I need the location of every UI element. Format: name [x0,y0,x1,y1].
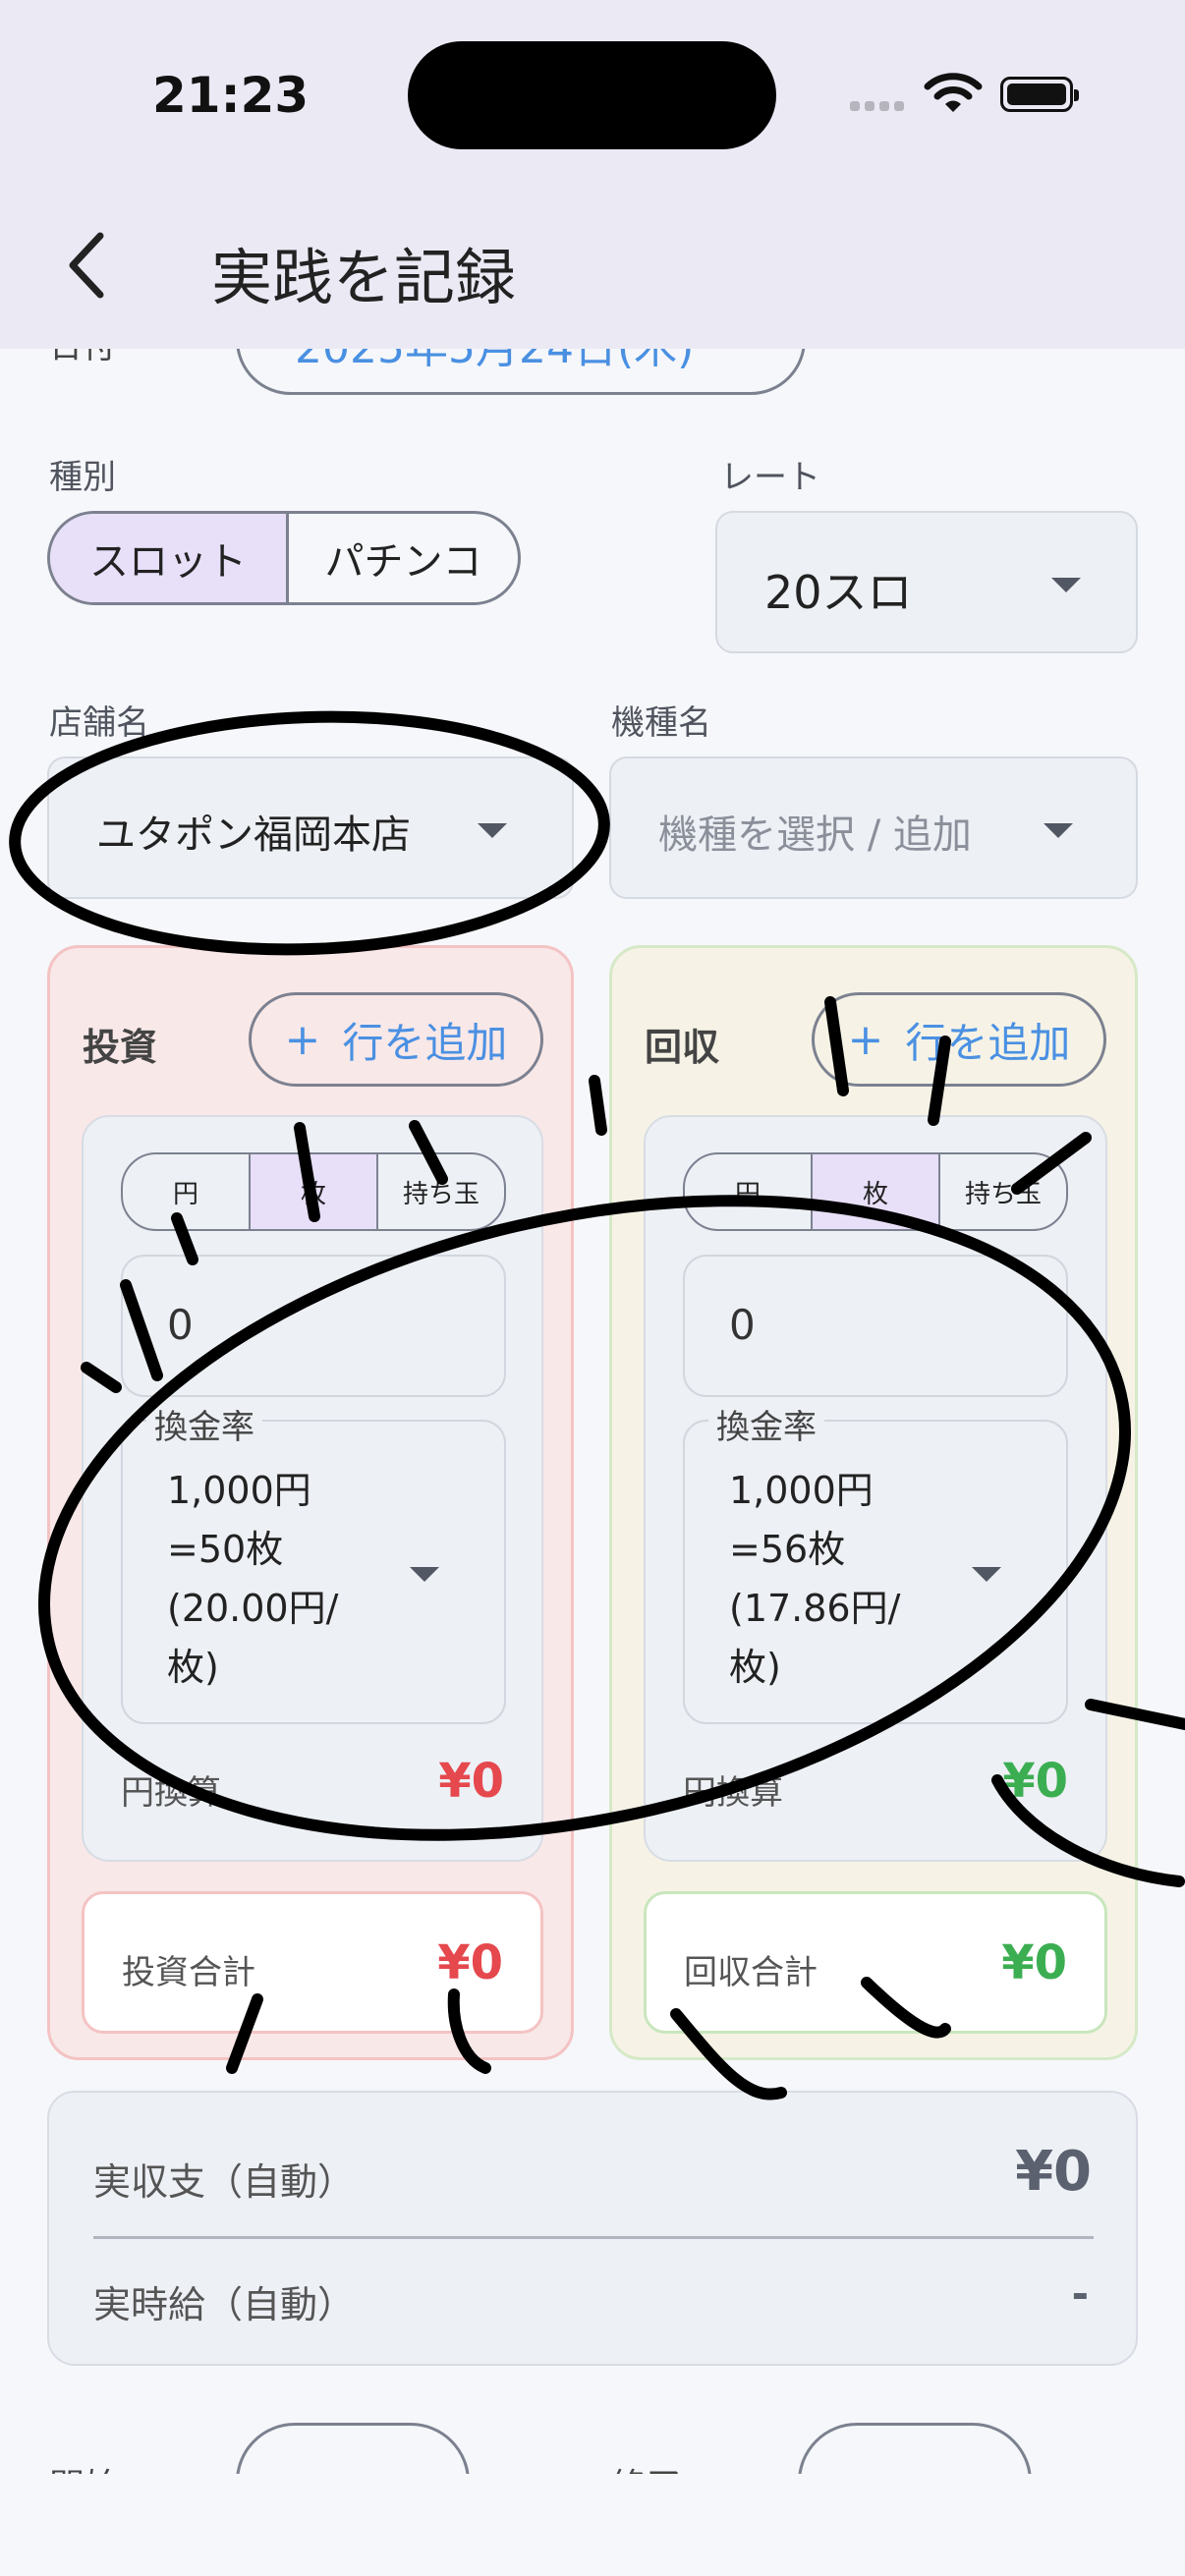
summary-card: 実収支（自動） ¥0 実時給（自動） - [47,2091,1138,2366]
return-row-card: 円 枚 持ち玉 0 換金率 1,000円 =56枚 (17.86円/枚) 円換算 ¥… [644,1115,1107,1862]
unit-balls[interactable]: 持ち玉 [938,1154,1066,1229]
kind-option-slot[interactable]: スロット [50,514,286,602]
plus-icon: + [284,1014,321,1065]
chevron-down-icon [1051,578,1081,592]
start-time-button[interactable] [236,2423,470,2474]
machine-label: 機種名 [611,703,711,743]
investment-row-card: 円 枚 持ち玉 0 換金率 1,000円 =50枚 (20.00円/枚) 円換算 ¥… [82,1115,543,1862]
top-bar: 21:23 実践を記録 [0,0,1185,349]
dynamic-island [408,41,776,149]
add-row-label: 行を追加 [342,1018,508,1067]
kind-segmented-control[interactable]: スロット パチンコ [47,511,521,605]
rate-value: 20スロ [764,566,913,619]
back-icon[interactable] [61,226,112,305]
return-title: 回収 [645,1026,720,1069]
investment-panel: 投資 + 行を追加 円 枚 持ち玉 0 換金率 1,000円 =50枚 (20.00… [47,945,574,2060]
wifi-icon [924,73,983,112]
investment-unit-selector[interactable]: 円 枚 持ち玉 [121,1152,506,1231]
return-rate-label: 換金率 [708,1400,824,1448]
return-yen-value: ¥0 [1002,1754,1068,1809]
return-rate-text: 1,000円 =56枚 (17.86円/枚) [729,1469,901,1689]
kind-label: 種別 [49,458,116,497]
status-time: 21:23 [152,67,310,124]
unit-yen[interactable]: 円 [123,1154,249,1229]
divider [93,2236,1094,2239]
investment-yen-label: 円換算 [121,1773,221,1813]
store-value: ユタポン福岡本店 [96,812,411,858]
chevron-down-icon [478,823,507,838]
battery-icon [1000,77,1079,112]
investment-amount: 0 [167,1301,194,1349]
rate-select[interactable]: 20スロ [715,511,1138,653]
return-yen-label: 円換算 [683,1773,783,1813]
signal-icon [850,96,909,115]
net-label: 実収支（自動） [93,2160,356,2204]
machine-select[interactable]: 機種を選択 / 追加 [609,756,1138,899]
investment-amount-input[interactable]: 0 [121,1255,506,1397]
return-add-row-button[interactable]: + 行を追加 [812,992,1106,1087]
return-unit-selector[interactable]: 円 枚 持ち玉 [683,1152,1068,1231]
investment-rate-select[interactable]: 換金率 1,000円 =50枚 (20.00円/枚) [121,1400,506,1724]
end-time-button[interactable] [798,2423,1032,2474]
investment-total-label: 投資合計 [122,1953,255,1992]
return-rate-select[interactable]: 換金率 1,000円 =56枚 (17.86円/枚) [683,1400,1068,1724]
unit-sheets[interactable]: 枚 [249,1154,376,1229]
rate-label: レート [720,458,820,497]
end-label: 終了 [611,2458,682,2474]
chevron-down-icon [1044,823,1073,838]
store-select[interactable]: ユタポン福岡本店 [47,756,574,899]
investment-total-card: 投資合計 ¥0 [82,1891,543,2034]
hourly-value: - [1071,2269,1089,2318]
investment-yen-value: ¥0 [438,1754,504,1809]
hourly-label: 実時給（自動） [93,2283,356,2326]
return-amount-input[interactable]: 0 [683,1255,1068,1397]
chevron-down-icon [972,1567,1001,1582]
investment-total-value: ¥0 [437,1935,503,1990]
return-panel: 回収 + 行を追加 円 枚 持ち玉 0 換金率 1,000円 =56枚 (17.86… [609,945,1138,2060]
page-title: 実践を記録 [211,242,517,313]
return-total-value: ¥0 [1001,1935,1067,1990]
investment-rate-label: 換金率 [146,1400,262,1448]
return-amount: 0 [729,1301,756,1349]
return-total-label: 回収合計 [684,1953,818,1992]
store-label: 店舗名 [49,703,149,743]
add-row-label: 行を追加 [905,1018,1071,1067]
investment-rate-text: 1,000円 =50枚 (20.00円/枚) [167,1469,339,1689]
start-label: 開始 [49,2458,120,2474]
plus-icon: + [847,1014,884,1065]
unit-yen[interactable]: 円 [685,1154,811,1229]
kind-option-pachinko[interactable]: パチンコ [286,514,518,602]
investment-add-row-button[interactable]: + 行を追加 [249,992,543,1087]
net-value: ¥0 [1015,2140,1092,2204]
machine-placeholder: 機種を選択 / 追加 [658,812,972,858]
return-total-card: 回収合計 ¥0 [644,1891,1107,2034]
chevron-down-icon [410,1567,439,1582]
time-row: 開始 終了 [0,2423,1185,2474]
investment-title: 投資 [83,1026,158,1069]
unit-balls[interactable]: 持ち玉 [376,1154,504,1229]
unit-sheets[interactable]: 枚 [811,1154,938,1229]
annotation-stroke [589,1075,607,1136]
